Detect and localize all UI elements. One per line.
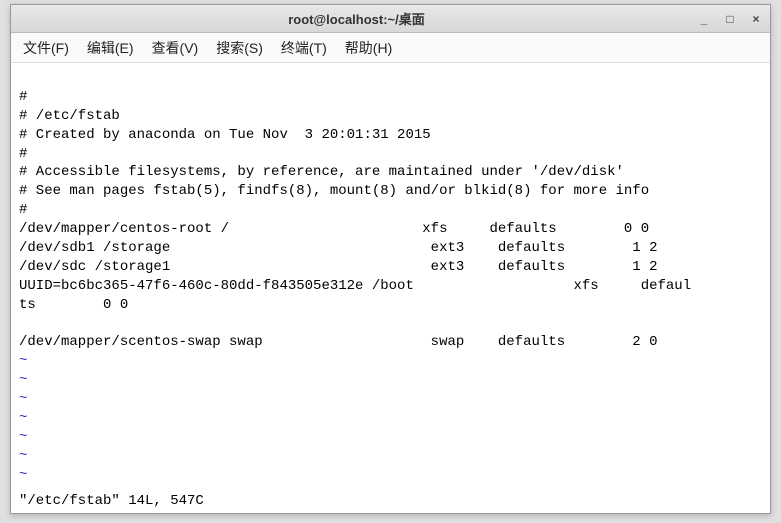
file-line: # Created by anaconda on Tue Nov 3 20:01… xyxy=(19,127,431,143)
terminal-content[interactable]: # # /etc/fstab # Created by anaconda on … xyxy=(11,63,770,513)
menu-help[interactable]: 帮助(H) xyxy=(345,38,392,58)
file-line: /dev/sdb1 /storage ext3 defaults 1 2 xyxy=(19,240,658,256)
menu-search[interactable]: 搜索(S) xyxy=(216,38,263,58)
file-line: /dev/mapper/scentos-swap swap swap defau… xyxy=(19,334,658,350)
file-line: UUID=bc6bc365-47f6-460c-80dd-f843505e312… xyxy=(19,278,691,294)
titlebar[interactable]: root@localhost:~/桌面 _ □ × xyxy=(11,5,770,33)
close-button[interactable]: × xyxy=(748,11,764,27)
file-line: # xyxy=(19,202,27,218)
terminal-window: root@localhost:~/桌面 _ □ × 文件(F) 编辑(E) 查看… xyxy=(10,4,771,514)
vi-tilde: ~ xyxy=(19,429,27,445)
vi-tilde: ~ xyxy=(19,353,27,369)
minimize-button[interactable]: _ xyxy=(696,11,712,27)
menu-view[interactable]: 查看(V) xyxy=(152,38,199,58)
vi-status-line: "/etc/fstab" 14L, 547C xyxy=(19,492,762,511)
file-line: # xyxy=(19,89,27,105)
vi-tilde: ~ xyxy=(19,448,27,464)
menu-edit[interactable]: 编辑(E) xyxy=(87,38,134,58)
file-line: # Accessible filesystems, by reference, … xyxy=(19,164,624,180)
maximize-button[interactable]: □ xyxy=(722,11,738,27)
vi-tilde: ~ xyxy=(19,372,27,388)
file-line: # /etc/fstab xyxy=(19,108,120,124)
file-line: /dev/mapper/centos-root / xfs defaults 0… xyxy=(19,221,649,237)
vi-tilde: ~ xyxy=(19,467,27,483)
vi-tilde: ~ xyxy=(19,391,27,407)
menu-file[interactable]: 文件(F) xyxy=(23,38,69,58)
window-controls: _ □ × xyxy=(696,11,764,27)
file-line: # xyxy=(19,146,27,162)
file-line: # See man pages fstab(5), findfs(8), mou… xyxy=(19,183,649,199)
window-title: root@localhost:~/桌面 xyxy=(17,9,696,28)
file-line: ts 0 0 xyxy=(19,297,128,313)
menubar: 文件(F) 编辑(E) 查看(V) 搜索(S) 终端(T) 帮助(H) xyxy=(11,33,770,63)
vi-tilde: ~ xyxy=(19,410,27,426)
menu-terminal[interactable]: 终端(T) xyxy=(281,38,327,58)
file-line: /dev/sdc /storage1 ext3 defaults 1 2 xyxy=(19,259,658,275)
